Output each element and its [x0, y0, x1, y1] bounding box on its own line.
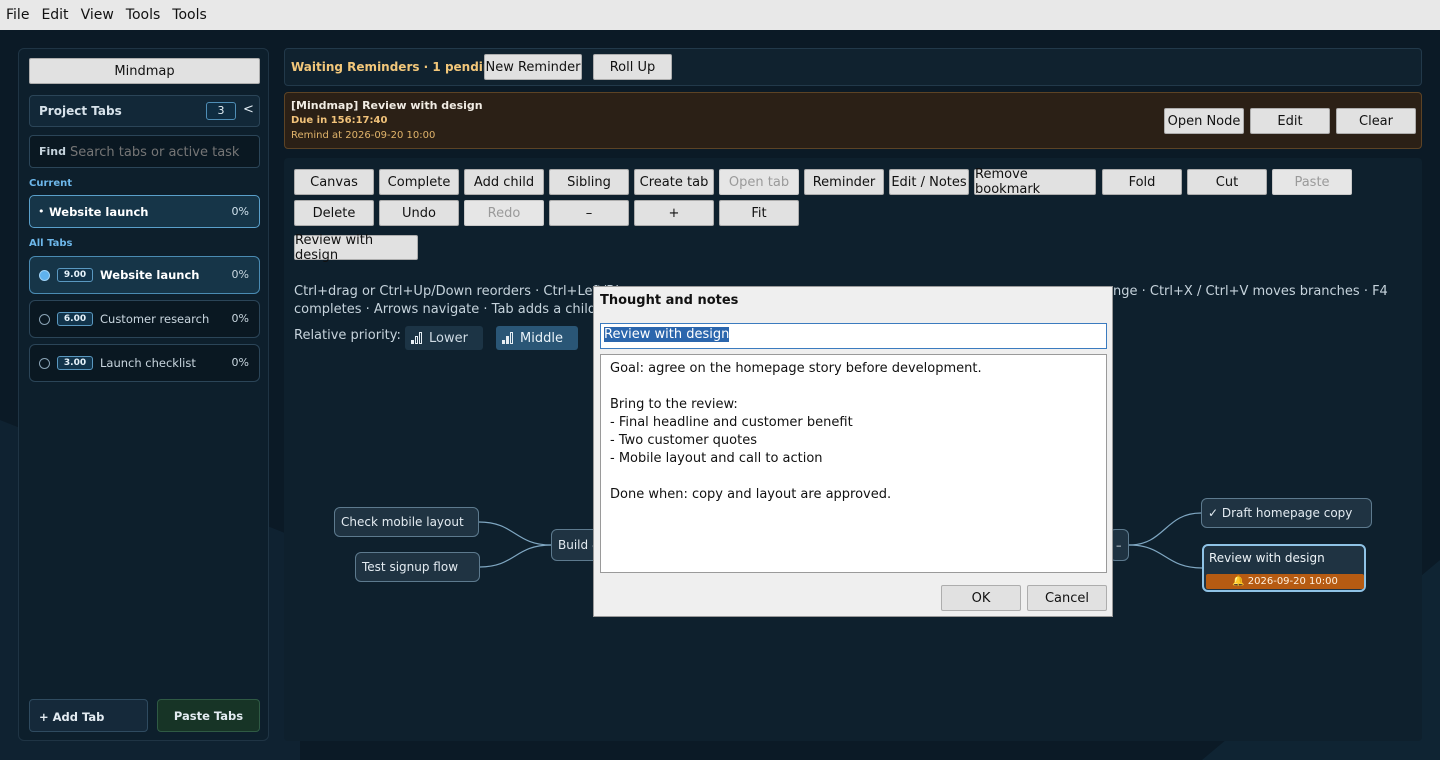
- zoom-out-button[interactable]: –: [549, 200, 629, 226]
- selected-mindmap-node[interactable]: Review with design 🔔 2026-09-20 10:00: [1202, 544, 1366, 592]
- priority-label: Relative priority:: [294, 328, 401, 343]
- tab-count-badge: 3: [206, 102, 236, 120]
- current-label: Current: [29, 178, 73, 189]
- signal-low-icon: [411, 332, 422, 344]
- cut-button[interactable]: Cut: [1187, 169, 1267, 195]
- priority-badge: 9.00: [57, 268, 93, 282]
- open-node-button[interactable]: Open Node: [1164, 108, 1244, 134]
- menu-tools[interactable]: Tools: [120, 7, 167, 23]
- tab-row[interactable]: 3.00 Launch checklist 0%: [29, 344, 260, 382]
- tab-status-dot: [39, 270, 50, 281]
- all-tabs-label: All Tabs: [29, 238, 73, 249]
- menu-view[interactable]: View: [75, 7, 120, 23]
- priority-badge: 6.00: [57, 312, 93, 326]
- dialog-title: Thought and notes: [600, 293, 739, 308]
- help-text-line2-left: completes · Arrows navigate · Tab adds a…: [294, 302, 618, 317]
- roll-up-button[interactable]: Roll Up: [593, 54, 672, 80]
- node-name-value: Review with design: [604, 327, 730, 342]
- menu-tools-2[interactable]: Tools: [166, 7, 213, 23]
- tab-status-dot: [39, 314, 50, 325]
- edit-reminder-button[interactable]: Edit: [1250, 108, 1330, 134]
- tab-progress: 0%: [231, 356, 249, 369]
- delete-button[interactable]: Delete: [294, 200, 374, 226]
- reminder-due: Due in 156:17:40: [291, 115, 388, 126]
- edit-notes-button[interactable]: Edit / Notes: [889, 169, 969, 195]
- open-tab-button[interactable]: Open tab: [719, 169, 799, 195]
- tab-progress: 0%: [231, 312, 249, 325]
- priority-lower-label: Lower: [429, 330, 468, 346]
- reminders-header: Waiting Reminders · 1 pending New Remind…: [284, 48, 1422, 86]
- priority-middle-label: Middle: [520, 330, 563, 346]
- create-tab-button[interactable]: Create tab: [634, 169, 714, 195]
- node-name-input[interactable]: Review with design: [600, 323, 1107, 349]
- current-tab[interactable]: • Website launch 0%: [29, 195, 260, 228]
- mindmap-node[interactable]: Test signup flow: [355, 552, 480, 582]
- reminders-title: Waiting Reminders · 1 pending: [291, 60, 501, 74]
- search-tabs-input[interactable]: [68, 142, 257, 163]
- zoom-in-button[interactable]: +: [634, 200, 714, 226]
- notes-textarea[interactable]: Goal: agree on the homepage story before…: [600, 354, 1107, 573]
- reminder-card: [Mindmap] Review with design Due in 156:…: [284, 92, 1422, 149]
- new-reminder-button[interactable]: New Reminder: [484, 54, 582, 80]
- current-tab-progress: 0%: [231, 205, 249, 218]
- project-tabs-title: Project Tabs: [39, 104, 122, 118]
- signal-mid-icon: [502, 332, 513, 344]
- find-field[interactable]: Find: [29, 135, 260, 168]
- tab-progress: 0%: [231, 268, 249, 281]
- tab-status-dot: [39, 358, 50, 369]
- tab-name: Customer research: [100, 312, 210, 326]
- clear-reminder-button[interactable]: Clear: [1336, 108, 1416, 134]
- fit-button[interactable]: Fit: [719, 200, 799, 226]
- mindmap-node[interactable]: ✓ Draft homepage copy: [1201, 498, 1372, 528]
- paste-button[interactable]: Paste: [1272, 169, 1352, 195]
- current-bullet: •: [38, 205, 45, 218]
- paste-tabs-button[interactable]: Paste Tabs: [157, 699, 260, 732]
- tab-name: Launch checklist: [100, 356, 196, 370]
- project-tabs-header: Project Tabs 3 <: [29, 95, 260, 127]
- mindmap-node[interactable]: Check mobile layout: [334, 507, 479, 537]
- sibling-button[interactable]: Sibling: [549, 169, 629, 195]
- reminder-time: Remind at 2026-09-20 10:00: [291, 130, 436, 141]
- find-label: Find: [39, 145, 66, 158]
- fold-button[interactable]: Fold: [1102, 169, 1182, 195]
- add-tab-button[interactable]: + Add Tab: [29, 699, 148, 732]
- canvas-button[interactable]: Canvas: [294, 169, 374, 195]
- selected-node-button[interactable]: Review with design: [294, 233, 418, 263]
- priority-middle-button[interactable]: Middle: [496, 326, 578, 350]
- tab-row[interactable]: 9.00 Website launch 0%: [29, 256, 260, 294]
- reminder-title: [Mindmap] Review with design: [291, 99, 483, 112]
- tab-row[interactable]: 6.00 Customer research 0%: [29, 300, 260, 338]
- remove-bookmark-button[interactable]: Remove bookmark: [974, 167, 1096, 197]
- node-title: Review with design: [1209, 551, 1325, 565]
- add-child-button[interactable]: Add child: [464, 169, 544, 195]
- mindmap-mode-button[interactable]: Mindmap: [29, 58, 260, 84]
- priority-badge: 3.00: [57, 356, 93, 370]
- collapse-sidebar-button[interactable]: <: [243, 102, 254, 117]
- reminder-button[interactable]: Reminder: [804, 169, 884, 195]
- menu-bar: File Edit View Tools Tools: [0, 0, 1440, 30]
- menu-edit[interactable]: Edit: [35, 7, 74, 23]
- priority-lower-button[interactable]: Lower: [405, 326, 483, 350]
- sidebar: Mindmap Project Tabs 3 < Find Current • …: [18, 48, 269, 741]
- cancel-button[interactable]: Cancel: [1027, 585, 1107, 611]
- ok-button[interactable]: OK: [941, 585, 1021, 611]
- tab-name: Website launch: [100, 268, 200, 282]
- current-tab-name: Website launch: [49, 205, 149, 219]
- node-reminder-badge: 🔔 2026-09-20 10:00: [1206, 574, 1364, 589]
- help-text-line1-right: nge · Ctrl+X / Ctrl+V moves branches · F…: [1113, 284, 1388, 299]
- notes-dialog: Thought and notes Review with design Goa…: [593, 286, 1113, 617]
- help-text-line1-left: Ctrl+drag or Ctrl+Up/Down reorders · Ctr…: [294, 284, 619, 299]
- complete-button[interactable]: Complete: [379, 169, 459, 195]
- redo-button[interactable]: Redo: [464, 200, 544, 226]
- undo-button[interactable]: Undo: [379, 200, 459, 226]
- menu-file[interactable]: File: [0, 7, 35, 23]
